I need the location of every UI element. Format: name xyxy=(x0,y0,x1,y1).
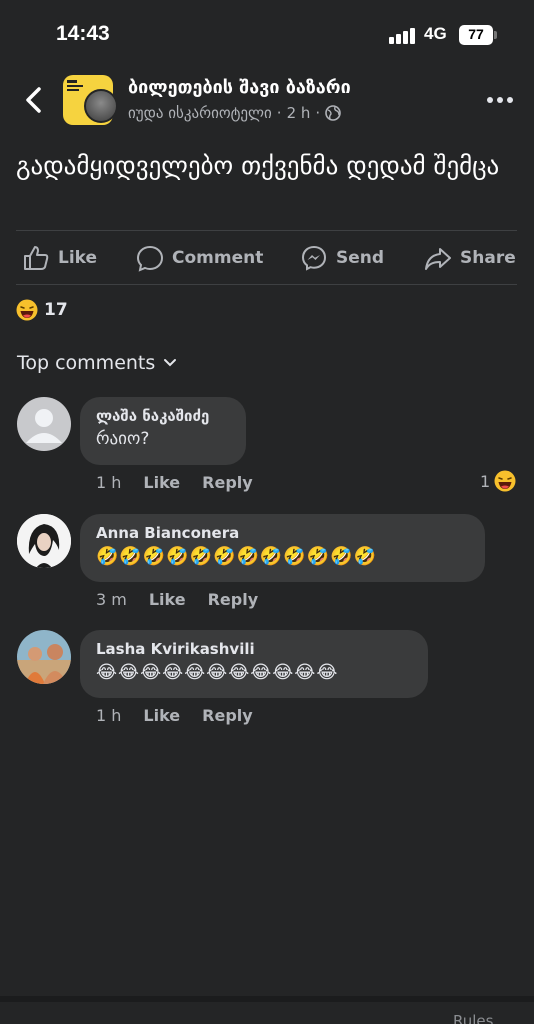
profile-photo xyxy=(17,514,71,568)
commenter-avatar[interactable] xyxy=(17,397,71,451)
comment-bubble[interactable]: ლაშა ნაკაშიძე რაიო? xyxy=(80,397,246,465)
commenter-avatar[interactable] xyxy=(17,514,71,568)
post-actions: Like Comment Send Share xyxy=(0,238,534,278)
battery-level: 77 xyxy=(468,26,484,42)
commenter-avatar[interactable] xyxy=(17,630,71,684)
clock: 14:43 xyxy=(56,22,110,45)
more-options-icon[interactable] xyxy=(486,96,514,104)
send-button[interactable]: Send xyxy=(300,238,384,278)
post-text: გადამყიდველებო თქვენმა დედამ შემცა xyxy=(16,151,500,180)
author-name[interactable]: იუდა ისკარიოტელი xyxy=(128,104,272,122)
comment-reply-button[interactable]: Reply xyxy=(208,590,259,609)
comment-like-button[interactable]: Like xyxy=(149,590,186,609)
comment-text: რაიო? xyxy=(96,429,150,449)
comment-text: 🤣🤣🤣🤣🤣🤣🤣🤣🤣🤣🤣🤣 xyxy=(96,546,377,567)
group-name[interactable]: ბილეთების შავი ბაზარი xyxy=(128,77,351,98)
like-label: Like xyxy=(58,248,98,268)
post-subtitle: იუდა ისკარიოტელი · 2 h · xyxy=(128,104,341,122)
comment-meta: 1 h Like Reply xyxy=(96,473,253,492)
messenger-icon xyxy=(301,245,327,271)
comment-label: Comment xyxy=(172,248,264,268)
separator: · xyxy=(315,104,321,122)
top-comments-label: Top comments xyxy=(17,352,156,374)
laughing-emoji-icon xyxy=(16,299,38,321)
comment-reaction-count: 1 xyxy=(480,471,491,491)
globe-icon xyxy=(325,105,341,121)
group-logo-icon xyxy=(67,80,83,91)
profile-photo xyxy=(17,630,71,684)
like-button[interactable]: Like xyxy=(22,238,97,278)
share-button[interactable]: Share xyxy=(424,238,516,278)
comment-reply-button[interactable]: Reply xyxy=(202,706,253,725)
footer-divider xyxy=(0,996,534,1002)
status-bar: 14:43 4G 77 xyxy=(0,0,534,70)
commenter-name[interactable]: Lasha Kvirikashvili xyxy=(96,640,412,658)
comment-time[interactable]: 1 h xyxy=(96,473,121,492)
commenter-name[interactable]: Anna Bianconera xyxy=(96,524,469,542)
share-arrow-icon xyxy=(425,248,451,270)
thumbs-up-icon xyxy=(24,246,49,270)
comment-bubble[interactable]: Anna Bianconera 🤣🤣🤣🤣🤣🤣🤣🤣🤣🤣🤣🤣 xyxy=(80,514,485,582)
comment-button[interactable]: Comment xyxy=(136,238,263,278)
laughing-emoji-icon xyxy=(494,470,516,492)
comment-icon xyxy=(136,245,164,272)
battery-icon: 77 xyxy=(459,25,493,45)
author-avatar[interactable] xyxy=(84,89,118,123)
reaction-count: 17 xyxy=(44,300,68,320)
comment-time[interactable]: 3 m xyxy=(96,590,127,609)
back-arrow-icon[interactable] xyxy=(22,86,46,114)
comment-text: 😂😂😂😂😂😂😂😂😂😂😂 xyxy=(96,662,339,683)
network-type: 4G xyxy=(424,24,447,43)
top-comments-filter[interactable]: Top comments xyxy=(17,352,177,374)
default-profile-icon xyxy=(26,409,62,443)
comment-reply-button[interactable]: Reply xyxy=(202,473,253,492)
share-label: Share xyxy=(460,248,516,268)
commenter-name[interactable]: ლაშა ნაკაშიძე xyxy=(96,407,230,425)
comment-time[interactable]: 1 h xyxy=(96,706,121,725)
rules-link[interactable]: Rules xyxy=(453,1012,493,1024)
battery-cap xyxy=(494,31,497,39)
comment-reactions[interactable]: 1 xyxy=(480,470,516,492)
divider xyxy=(16,284,517,285)
comment-bubble[interactable]: Lasha Kvirikashvili 😂😂😂😂😂😂😂😂😂😂😂 xyxy=(80,630,428,698)
divider xyxy=(16,230,517,231)
comment-like-button[interactable]: Like xyxy=(143,473,180,492)
reactions-summary[interactable]: 17 xyxy=(16,299,68,321)
chevron-down-icon xyxy=(164,359,177,367)
comment-meta: 3 m Like Reply xyxy=(96,590,258,609)
comment-like-button[interactable]: Like xyxy=(143,706,180,725)
post-time[interactable]: 2 h xyxy=(287,104,311,122)
signal-icon xyxy=(389,28,417,44)
separator: · xyxy=(276,104,282,122)
comment-meta: 1 h Like Reply xyxy=(96,706,253,725)
send-label: Send xyxy=(336,248,385,268)
